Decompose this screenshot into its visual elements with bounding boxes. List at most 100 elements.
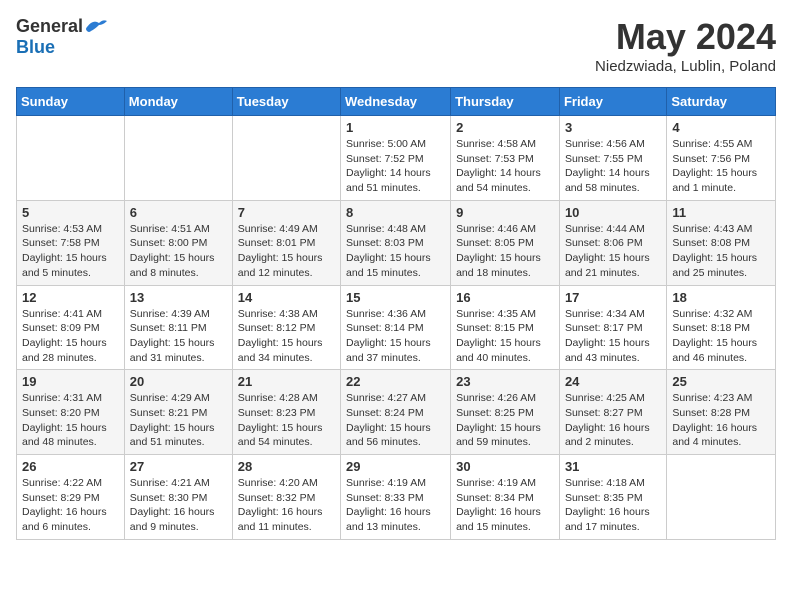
calendar-cell: 19 Sunrise: 4:31 AMSunset: 8:20 PMDayligh…	[17, 370, 125, 455]
calendar-cell: 22 Sunrise: 4:27 AMSunset: 8:24 PMDayligh…	[341, 370, 451, 455]
calendar-cell: 11Sunrise: 4:43 AMSunset: 8:08 PMDayligh…	[667, 200, 776, 285]
day-number: 14	[238, 290, 335, 305]
day-number: 6	[130, 205, 227, 220]
calendar-cell: 3 Sunrise: 4:56 AMSunset: 7:55 PMDaylight…	[559, 116, 666, 201]
day-number: 16	[456, 290, 554, 305]
day-number: 29	[346, 459, 445, 474]
day-info: Sunrise: 4:51 AMSunset: 8:00 PMDaylight:…	[130, 222, 227, 281]
day-number: 20	[130, 374, 227, 389]
calendar-cell: 10Sunrise: 4:44 AMSunset: 8:06 PMDayligh…	[559, 200, 666, 285]
day-info: Sunrise: 4:49 AMSunset: 8:01 PMDaylight:…	[238, 222, 335, 281]
day-number: 31	[565, 459, 661, 474]
calendar-header-sunday: Sunday	[17, 88, 125, 116]
day-number: 1	[346, 120, 445, 135]
day-number: 27	[130, 459, 227, 474]
calendar-week-row: 1 Sunrise: 5:00 AMSunset: 7:52 PMDaylight…	[17, 116, 776, 201]
calendar-header-row: SundayMondayTuesdayWednesdayThursdayFrid…	[17, 88, 776, 116]
calendar-header-monday: Monday	[124, 88, 232, 116]
day-number: 24	[565, 374, 661, 389]
day-number: 9	[456, 205, 554, 220]
calendar-cell: 13Sunrise: 4:39 AMSunset: 8:11 PMDayligh…	[124, 285, 232, 370]
calendar-cell: 16 Sunrise: 4:35 AMSunset: 8:15 PMDayligh…	[451, 285, 560, 370]
day-info: Sunrise: 4:48 AMSunset: 8:03 PMDaylight:…	[346, 222, 445, 281]
calendar-header-tuesday: Tuesday	[232, 88, 340, 116]
day-info: Sunrise: 4:29 AMSunset: 8:21 PMDaylight:…	[130, 391, 227, 450]
day-info: Sunrise: 4:19 AMSunset: 8:34 PMDaylight:…	[456, 476, 554, 535]
day-number: 22	[346, 374, 445, 389]
calendar-cell: 1 Sunrise: 5:00 AMSunset: 7:52 PMDaylight…	[341, 116, 451, 201]
calendar-header-wednesday: Wednesday	[341, 88, 451, 116]
day-number: 17	[565, 290, 661, 305]
calendar-header-saturday: Saturday	[667, 88, 776, 116]
calendar-cell: 29 Sunrise: 4:19 AMSunset: 8:33 PMDayligh…	[341, 455, 451, 540]
day-number: 3	[565, 120, 661, 135]
calendar-cell: 12Sunrise: 4:41 AMSunset: 8:09 PMDayligh…	[17, 285, 125, 370]
calendar-cell: 4 Sunrise: 4:55 AMSunset: 7:56 PMDaylight…	[667, 116, 776, 201]
calendar-week-row: 19 Sunrise: 4:31 AMSunset: 8:20 PMDayligh…	[17, 370, 776, 455]
calendar-cell: 21 Sunrise: 4:28 AMSunset: 8:23 PMDayligh…	[232, 370, 340, 455]
day-info: Sunrise: 4:55 AMSunset: 7:56 PMDaylight:…	[672, 137, 770, 196]
day-info: Sunrise: 4:32 AMSunset: 8:18 PMDaylight:…	[672, 307, 770, 366]
day-info: Sunrise: 4:35 AMSunset: 8:15 PMDaylight:…	[456, 307, 554, 366]
day-info: Sunrise: 5:00 AMSunset: 7:52 PMDaylight:…	[346, 137, 445, 196]
day-number: 5	[22, 205, 119, 220]
day-info: Sunrise: 4:53 AMSunset: 7:58 PMDaylight:…	[22, 222, 119, 281]
day-info: Sunrise: 4:44 AMSunset: 8:06 PMDaylight:…	[565, 222, 661, 281]
calendar-cell	[232, 116, 340, 201]
day-info: Sunrise: 4:25 AMSunset: 8:27 PMDaylight:…	[565, 391, 661, 450]
calendar-cell: 27 Sunrise: 4:21 AMSunset: 8:30 PMDayligh…	[124, 455, 232, 540]
day-info: Sunrise: 4:34 AMSunset: 8:17 PMDaylight:…	[565, 307, 661, 366]
calendar-cell: 15Sunrise: 4:36 AMSunset: 8:14 PMDayligh…	[341, 285, 451, 370]
day-info: Sunrise: 4:23 AMSunset: 8:28 PMDaylight:…	[672, 391, 770, 450]
calendar-header-friday: Friday	[559, 88, 666, 116]
day-number: 23	[456, 374, 554, 389]
day-info: Sunrise: 4:41 AMSunset: 8:09 PMDaylight:…	[22, 307, 119, 366]
day-number: 11	[672, 205, 770, 220]
day-info: Sunrise: 4:56 AMSunset: 7:55 PMDaylight:…	[565, 137, 661, 196]
title-block: May 2024 Niedzwiada, Lublin, Poland	[595, 16, 776, 75]
day-info: Sunrise: 4:28 AMSunset: 8:23 PMDaylight:…	[238, 391, 335, 450]
day-info: Sunrise: 4:21 AMSunset: 8:30 PMDaylight:…	[130, 476, 227, 535]
location: Niedzwiada, Lublin, Poland	[595, 58, 776, 75]
calendar-cell	[667, 455, 776, 540]
calendar-cell: 5 Sunrise: 4:53 AMSunset: 7:58 PMDaylight…	[17, 200, 125, 285]
day-info: Sunrise: 4:26 AMSunset: 8:25 PMDaylight:…	[456, 391, 554, 450]
calendar-cell: 26 Sunrise: 4:22 AMSunset: 8:29 PMDayligh…	[17, 455, 125, 540]
day-info: Sunrise: 4:27 AMSunset: 8:24 PMDaylight:…	[346, 391, 445, 450]
day-number: 28	[238, 459, 335, 474]
day-number: 25	[672, 374, 770, 389]
calendar-week-row: 12Sunrise: 4:41 AMSunset: 8:09 PMDayligh…	[17, 285, 776, 370]
day-info: Sunrise: 4:19 AMSunset: 8:33 PMDaylight:…	[346, 476, 445, 535]
day-info: Sunrise: 4:38 AMSunset: 8:12 PMDaylight:…	[238, 307, 335, 366]
day-info: Sunrise: 4:20 AMSunset: 8:32 PMDaylight:…	[238, 476, 335, 535]
day-number: 21	[238, 374, 335, 389]
day-info: Sunrise: 4:22 AMSunset: 8:29 PMDaylight:…	[22, 476, 119, 535]
calendar-cell	[17, 116, 125, 201]
day-number: 19	[22, 374, 119, 389]
calendar-cell: 6 Sunrise: 4:51 AMSunset: 8:00 PMDaylight…	[124, 200, 232, 285]
calendar-cell: 23 Sunrise: 4:26 AMSunset: 8:25 PMDayligh…	[451, 370, 560, 455]
day-info: Sunrise: 4:58 AMSunset: 7:53 PMDaylight:…	[456, 137, 554, 196]
calendar-header-thursday: Thursday	[451, 88, 560, 116]
calendar-cell: 7 Sunrise: 4:49 AMSunset: 8:01 PMDaylight…	[232, 200, 340, 285]
day-info: Sunrise: 4:18 AMSunset: 8:35 PMDaylight:…	[565, 476, 661, 535]
calendar-cell: 17 Sunrise: 4:34 AMSunset: 8:17 PMDayligh…	[559, 285, 666, 370]
day-info: Sunrise: 4:31 AMSunset: 8:20 PMDaylight:…	[22, 391, 119, 450]
calendar-cell: 14 Sunrise: 4:38 AMSunset: 8:12 PMDayligh…	[232, 285, 340, 370]
page-header: General Blue May 2024 Niedzwiada, Lublin…	[16, 16, 776, 75]
logo-blue-text: Blue	[16, 37, 55, 58]
day-number: 26	[22, 459, 119, 474]
day-info: Sunrise: 4:36 AMSunset: 8:14 PMDaylight:…	[346, 307, 445, 366]
logo-general-text: General	[16, 16, 83, 37]
month-title: May 2024	[595, 16, 776, 58]
day-number: 7	[238, 205, 335, 220]
day-number: 30	[456, 459, 554, 474]
calendar-week-row: 5 Sunrise: 4:53 AMSunset: 7:58 PMDaylight…	[17, 200, 776, 285]
day-number: 4	[672, 120, 770, 135]
calendar-cell: 28 Sunrise: 4:20 AMSunset: 8:32 PMDayligh…	[232, 455, 340, 540]
day-info: Sunrise: 4:39 AMSunset: 8:11 PMDaylight:…	[130, 307, 227, 366]
day-info: Sunrise: 4:46 AMSunset: 8:05 PMDaylight:…	[456, 222, 554, 281]
logo-bird-icon	[85, 17, 109, 37]
calendar-cell: 18Sunrise: 4:32 AMSunset: 8:18 PMDayligh…	[667, 285, 776, 370]
logo: General Blue	[16, 16, 109, 58]
